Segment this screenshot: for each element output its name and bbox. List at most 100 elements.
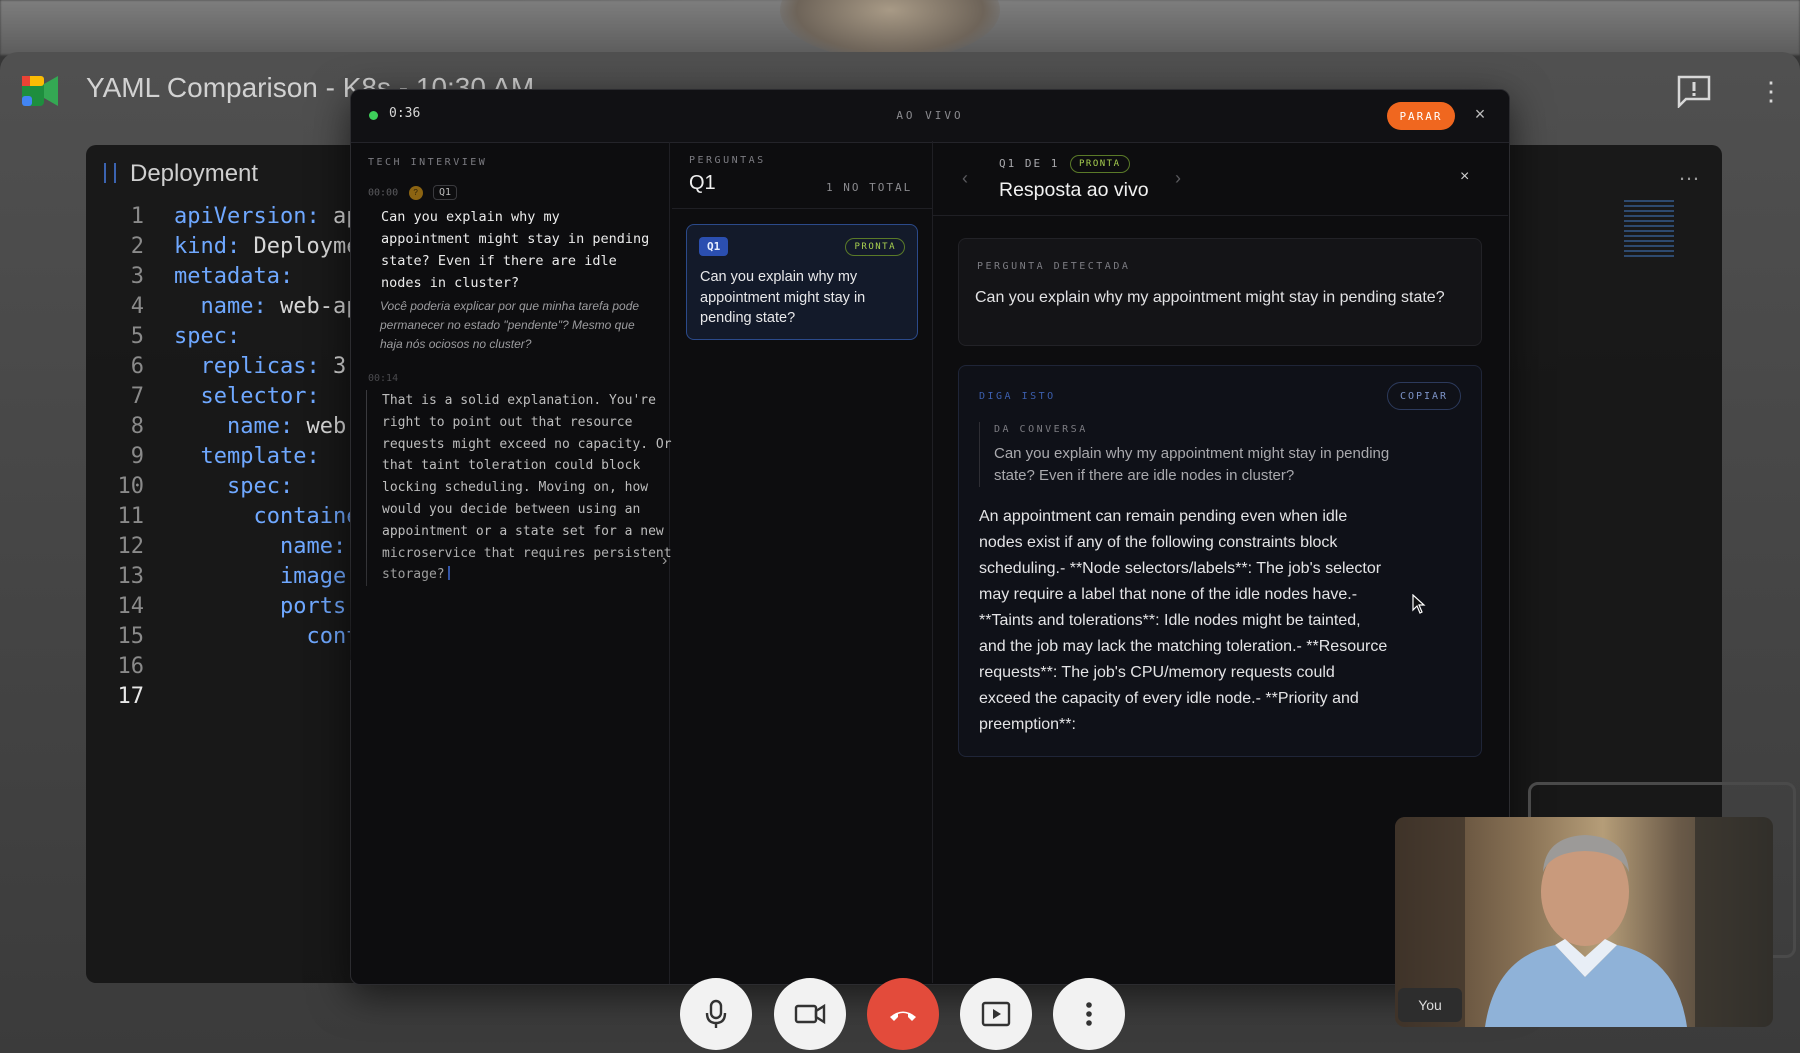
transcript-entry-meta: 00:00 ? Q1 (368, 184, 458, 204)
line-number: 1 (130, 204, 144, 229)
yaml-key: apiVersion: (174, 204, 320, 229)
microphone-icon (705, 999, 727, 1028)
line-number: 15 (117, 624, 145, 649)
yaml-key: name: (226, 414, 294, 439)
yaml-key: metadata: (174, 264, 294, 289)
questions-title: PERGUNTAS (689, 155, 766, 166)
question-card[interactable]: Q1 PRONTA Can you explain why my appoint… (686, 224, 918, 340)
conversation-quote: DA CONVERSA Can you explain why my appoi… (979, 422, 1394, 487)
detected-question-text: Can you explain why my appointment might… (975, 289, 1445, 306)
line-number: 8 (130, 414, 144, 439)
live-label: AO VIVO (896, 109, 964, 122)
question-text: Can you explain why my appointment might… (700, 269, 866, 326)
answer-text: An appointment can remain pending even w… (979, 508, 1388, 733)
next-chevron-icon[interactable]: › (1175, 168, 1181, 189)
line-number: 17 (117, 684, 145, 709)
transcript-translation: Você poderia explicar por que minha tare… (380, 299, 640, 351)
editor-tab[interactable]: Deployment (104, 160, 258, 188)
present-button[interactable] (960, 978, 1032, 1050)
camera-button[interactable] (774, 978, 846, 1050)
yaml-value: web-ap (266, 294, 360, 319)
feedback-icon[interactable] (1676, 74, 1712, 108)
question-chip[interactable]: Q1 (433, 185, 458, 201)
entry-timestamp: 00:14 (368, 373, 399, 384)
yaml-key: kind: (174, 234, 241, 259)
suggested-answer-box: DIGA ISTO COPIAR DA CONVERSA Can you exp… (958, 365, 1482, 757)
end-call-icon (890, 1011, 916, 1021)
copy-button[interactable]: COPIAR (1387, 382, 1461, 410)
close-icon[interactable]: × (1469, 104, 1491, 125)
camera-icon (794, 1003, 826, 1025)
line-number: 3 (130, 264, 144, 289)
yaml-key: name: (279, 534, 347, 559)
yaml-key: image: (279, 564, 360, 589)
more-vert-icon[interactable]: ⋮ (1758, 74, 1784, 108)
more-options-button[interactable] (1053, 978, 1125, 1050)
divider (932, 141, 933, 983)
mouse-cursor-icon (1412, 594, 1426, 614)
line-number: 6 (130, 354, 144, 379)
answer-title: Resposta ao vivo (999, 179, 1149, 201)
close-icon[interactable]: × (1460, 168, 1469, 186)
answer-count: Q1 DE 1 (999, 157, 1060, 170)
yaml-value: Deployme (240, 234, 360, 259)
say-this-label: DIGA ISTO (979, 391, 1056, 402)
present-icon (981, 1001, 1011, 1027)
editor-tab-title: Deployment (130, 160, 259, 187)
yaml-value: 3 (319, 354, 347, 379)
expand-chevron-icon[interactable]: › (662, 552, 667, 570)
yaml-key: ports: (279, 594, 360, 619)
yaml-key: selector: (200, 384, 320, 409)
line-number: 12 (117, 534, 145, 559)
line-number: 9 (130, 444, 144, 469)
text-caret (447, 566, 450, 581)
prev-chevron-icon[interactable]: ‹ (962, 168, 968, 189)
speaker-badge: ? (408, 185, 423, 200)
microphone-button[interactable] (680, 978, 752, 1050)
line-number: 2 (130, 234, 144, 259)
yaml-key: name: (200, 294, 267, 319)
stop-button[interactable]: PARAR (1387, 102, 1455, 130)
yaml-key: spec: (226, 474, 294, 499)
transcript-text: That is a solid explanation. You're righ… (382, 393, 672, 583)
conversation-text: Can you explain why my appointment might… (994, 445, 1390, 484)
divider (672, 208, 932, 209)
transcript-entry: That is a solid explanation. You're righ… (366, 390, 672, 587)
entry-timestamp: 00:00 (368, 187, 399, 199)
yaml-key: spec: (174, 324, 241, 349)
line-number: 16 (117, 654, 145, 679)
conversation-label: DA CONVERSA (994, 424, 1088, 435)
overlay-header: 0:36 AO VIVO PARAR × (351, 90, 1509, 143)
status-badge: PRONTA (845, 238, 905, 256)
detected-question-box: PERGUNTA DETECTADA Can you explain why m… (958, 238, 1482, 346)
question-badge: Q1 (699, 237, 729, 256)
end-call-button[interactable] (867, 978, 939, 1050)
line-number: 10 (117, 474, 145, 499)
meet-logo-icon (22, 76, 58, 106)
questions-total: 1 NO TOTAL (826, 181, 913, 194)
line-number: 14 (117, 594, 145, 619)
editor-more-icon[interactable]: … (1678, 160, 1702, 186)
more-vert-icon (1086, 1002, 1092, 1026)
transcript-question: Can you explain why my appointment might… (381, 209, 650, 291)
line-number: 11 (117, 504, 145, 529)
yaml-key: replicas: (200, 354, 320, 379)
yaml-key: template: (200, 444, 320, 469)
yaml-key: containe (253, 504, 360, 529)
line-number: 5 (130, 324, 144, 349)
file-icon (104, 163, 116, 183)
transcript-title: TECH INTERVIEW (368, 157, 488, 168)
line-number: 4 (130, 294, 144, 319)
self-view-label: You (1398, 988, 1462, 1022)
detected-label: PERGUNTA DETECTADA (977, 261, 1131, 272)
